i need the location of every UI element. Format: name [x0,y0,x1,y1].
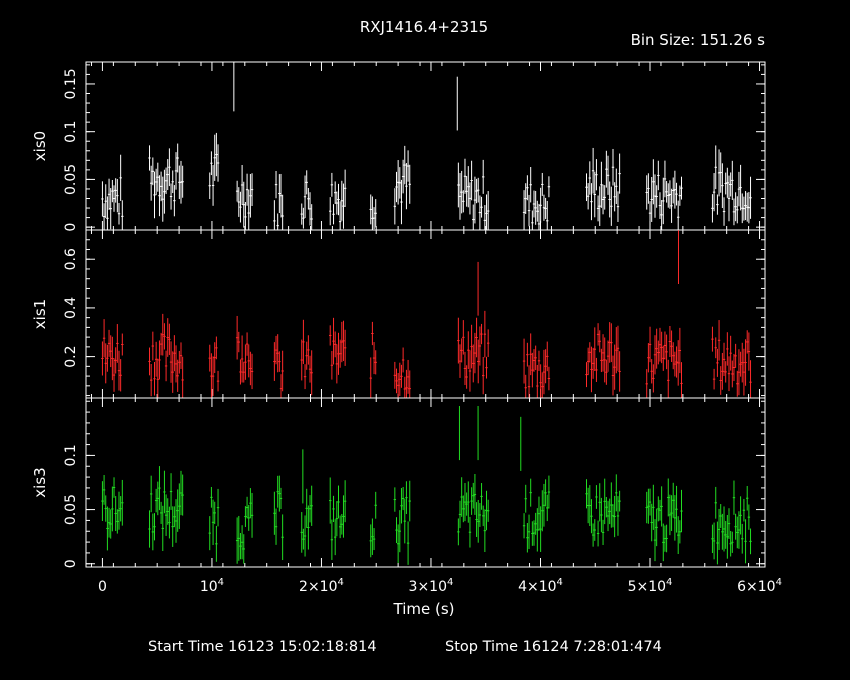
y-tick-label: 0.1 [63,444,79,466]
y-tick-label: 0.05 [63,164,79,195]
x-tick-label: 4×104 [518,577,563,595]
y-tick-label: 0.1 [63,121,79,143]
x-tick-label: 2×104 [299,577,344,595]
y-tick-label: 0.05 [63,494,79,525]
x-tick-label: 104 [200,577,224,595]
y-tick-label: 0.4 [63,297,79,319]
panel-xis0: 0 0.05 0.1 0.15 xis0 [31,61,766,232]
y-tick-label: 0 [63,223,79,232]
x-tick-label: 0 [98,579,107,595]
stop-time-label: Stop Time 16124 7:28:01:474 [445,639,662,655]
y-tick-label: 0.2 [63,345,79,367]
start-time-label: Start Time 16123 15:02:18:814 [148,639,377,655]
panel-frame [85,229,766,399]
x-tick-label: 3×104 [409,577,454,595]
panel-xis3: 0 0.05 0.1 xis3 [31,397,766,568]
x-tick-label: 5×104 [628,577,673,595]
light-curve-chart: RXJ1416.4+2315 Bin Size: 151.26 s 00.050… [31,18,782,655]
panels: 0 0.05 0.1 0.15 xis0 0.2 0.4 0.6 xis1 0 0.05 0.1 xis… [31,61,782,595]
y-axis-label: xis0 [31,131,49,161]
y-tick-label: 0 [63,559,79,568]
x-axis-label: Time (s) [393,600,455,618]
y-axis-label: xis1 [31,299,49,329]
bin-size-label: Bin Size: 151.26 s [631,31,766,49]
chart-title: RXJ1416.4+2315 [360,18,488,36]
y-axis-label: xis3 [31,467,49,497]
y-tick-label: 0.15 [63,68,79,99]
y-tick-label: 0.6 [63,248,79,270]
x-tick-labels: 0 104 2×104 3×104 4×104 5×104 6×104 [98,577,782,595]
x-tick-label: 6×104 [737,577,782,595]
panel-xis1: 0.2 0.4 0.6 xis1 [31,229,766,399]
